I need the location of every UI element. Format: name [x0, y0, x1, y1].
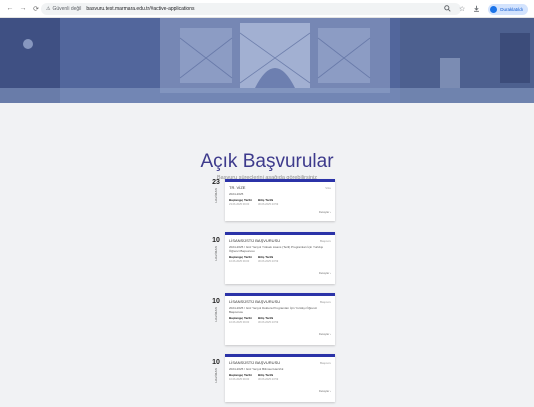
profile-button[interactable]: Duraklatıldı: [488, 3, 528, 15]
end-date: Bitiş Tarihi 30.06.2025 23:59: [258, 316, 278, 324]
start-date-label: Başlangıç Tarihi: [229, 373, 252, 377]
details-link[interactable]: Detaylar ›: [225, 206, 335, 217]
back-icon[interactable]: ←: [5, 4, 15, 14]
card-description: 2024-2025 / Güz Yarıyılı Doktora Program…: [229, 306, 317, 314]
hero-image: [0, 18, 534, 103]
start-date-value: 10.06.2025 09:00: [229, 378, 250, 381]
profile-label: Duraklatıldı: [500, 6, 523, 12]
card-tag: Başvuru: [319, 360, 331, 365]
application-card[interactable]: TR. VİZE Vize 2024-2025 Başlangıç Tarihi…: [225, 179, 335, 221]
date-month: HAZİRAN: [214, 307, 218, 322]
end-date-value: 30.06.2025 23:59: [257, 321, 279, 324]
date-badge: 10 HAZİRAN: [210, 237, 222, 261]
date-month: HAZİRAN: [214, 368, 218, 383]
avatar: [490, 5, 498, 13]
end-date: Bitiş Tarihi 30.06.2025 23:59: [258, 373, 278, 381]
main-content: Açık Başvurular Başvuru süreçlerini aşağ…: [0, 103, 534, 407]
address-bar[interactable]: ⚠ Güvenli değil basvuru.test.marmara.edu…: [41, 3, 461, 15]
card-tag: Başvuru: [319, 238, 331, 243]
start-date-value: 10.06.2025 09:00: [229, 260, 250, 263]
application-card[interactable]: LİSANSÜSTÜ BAŞVURUSU Başvuru 2024-2025 /…: [225, 354, 335, 402]
hero-banner: [0, 18, 534, 103]
date-month: HAZİRAN: [214, 188, 218, 203]
end-date-label: Bitiş Tarihi: [257, 255, 274, 259]
card-title: LİSANSÜSTÜ BAŞVURUSU: [229, 238, 281, 243]
end-date-label: Bitiş Tarihi: [257, 316, 274, 320]
reload-icon[interactable]: ⟳: [31, 4, 41, 14]
end-date: Bitiş Tarihi 30.06.2025 23:59: [258, 255, 278, 263]
card-description: 2024-2025 / Güz Yarıyılı Yüksek Lisans (…: [229, 245, 324, 253]
card-tag: Başvuru: [319, 299, 331, 304]
application-card[interactable]: LİSANSÜSTÜ BAŞVURUSU Başvuru 2024-2025 /…: [225, 293, 335, 345]
search-icon[interactable]: [444, 4, 451, 14]
end-date: Bitiş Tarihi 30.06.2025 23:59: [258, 198, 278, 206]
page-title: Açık Başvurular: [200, 151, 334, 172]
start-date-label: Başlangıç Tarihi: [229, 198, 252, 202]
toolbar-actions: ☆ Duraklatıldı: [436, 3, 528, 15]
date-day: 10: [212, 359, 220, 366]
details-link[interactable]: Detaylar ›: [225, 263, 335, 278]
download-icon[interactable]: [473, 5, 480, 14]
end-date-label: Bitiş Tarihi: [257, 373, 274, 377]
security-label[interactable]: Güvenli değil: [52, 6, 81, 12]
browser-toolbar: ← → ⟳ ⚠ Güvenli değil basvuru.test.marma…: [0, 0, 534, 18]
url-text[interactable]: basvuru.test.marmara.edu.tr/#active-appl…: [86, 6, 194, 12]
start-date: Başlangıç Tarihi 10.06.2025 09:00: [229, 255, 252, 263]
start-date-value: 10.06.2025 09:00: [229, 321, 250, 324]
date-badge: 10 HAZİRAN: [210, 298, 222, 322]
date-badge: 10 HAZİRAN: [210, 359, 222, 383]
end-date-label: Bitiş Tarihi: [257, 198, 274, 202]
card-title: TR. VİZE: [229, 185, 246, 190]
card-title: LİSANSÜSTÜ BAŞVURUSU: [229, 299, 281, 304]
start-date-label: Başlangıç Tarihi: [229, 316, 252, 320]
card-title: LİSANSÜSTÜ BAŞVURUSU: [229, 360, 281, 365]
date-day: 23: [212, 179, 220, 186]
start-date-value: 23.06.2025 09:00: [229, 203, 250, 206]
end-date-value: 30.06.2025 23:59: [257, 203, 279, 206]
application-card[interactable]: LİSANSÜSTÜ BAŞVURUSU Başvuru 2024-2025 /…: [225, 232, 335, 284]
star-icon[interactable]: ☆: [459, 5, 465, 13]
forward-icon[interactable]: →: [18, 4, 28, 14]
date-day: 10: [212, 298, 220, 305]
warning-icon[interactable]: ⚠: [46, 6, 50, 12]
start-date: Başlangıç Tarihi 10.06.2025 09:00: [229, 316, 252, 324]
date-day: 10: [212, 237, 220, 244]
details-link[interactable]: Detaylar ›: [225, 324, 335, 339]
end-date-value: 30.06.2025 23:59: [257, 378, 279, 381]
end-date-value: 30.06.2025 23:59: [257, 260, 279, 263]
card-tag: Vize: [325, 185, 331, 190]
details-link[interactable]: Detaylar ›: [225, 381, 335, 396]
date-month: HAZİRAN: [214, 246, 218, 261]
start-date: Başlangıç Tarihi 10.06.2025 09:00: [229, 373, 252, 381]
start-date-label: Başlangıç Tarihi: [229, 255, 252, 259]
start-date: Başlangıç Tarihi 23.06.2025 09:00: [229, 198, 252, 206]
date-badge: 23 HAZİRAN: [210, 179, 222, 203]
